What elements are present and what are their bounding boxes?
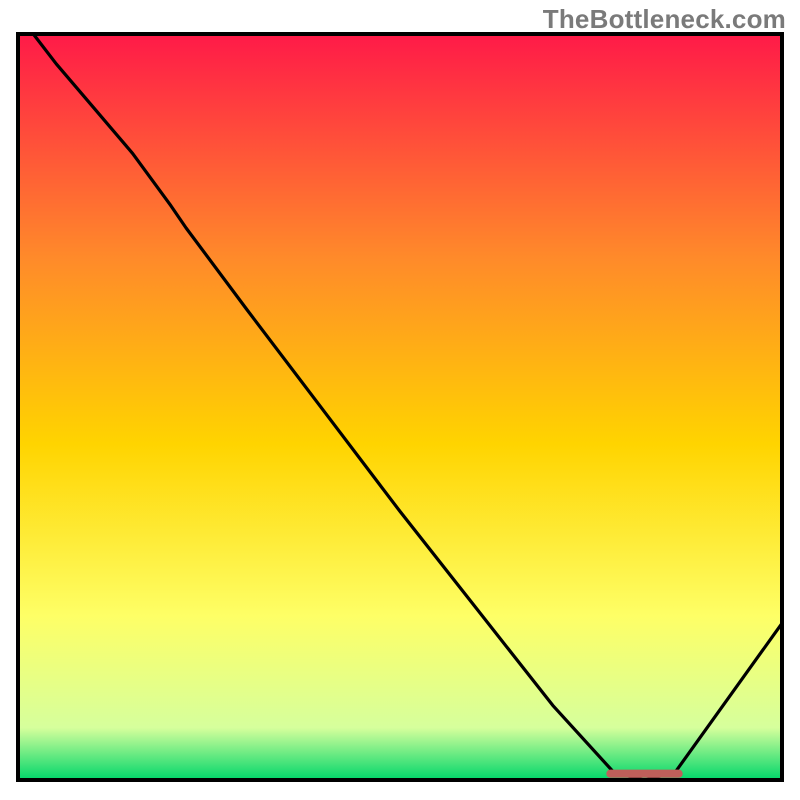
watermark-text: TheBottleneck.com: [543, 4, 786, 35]
bottleneck-chart: TheBottleneck.com: [0, 0, 800, 800]
optimal-range-highlight: [606, 770, 682, 778]
plot-area: [18, 34, 782, 780]
chart-svg: [0, 0, 800, 800]
gradient-background: [18, 34, 782, 780]
